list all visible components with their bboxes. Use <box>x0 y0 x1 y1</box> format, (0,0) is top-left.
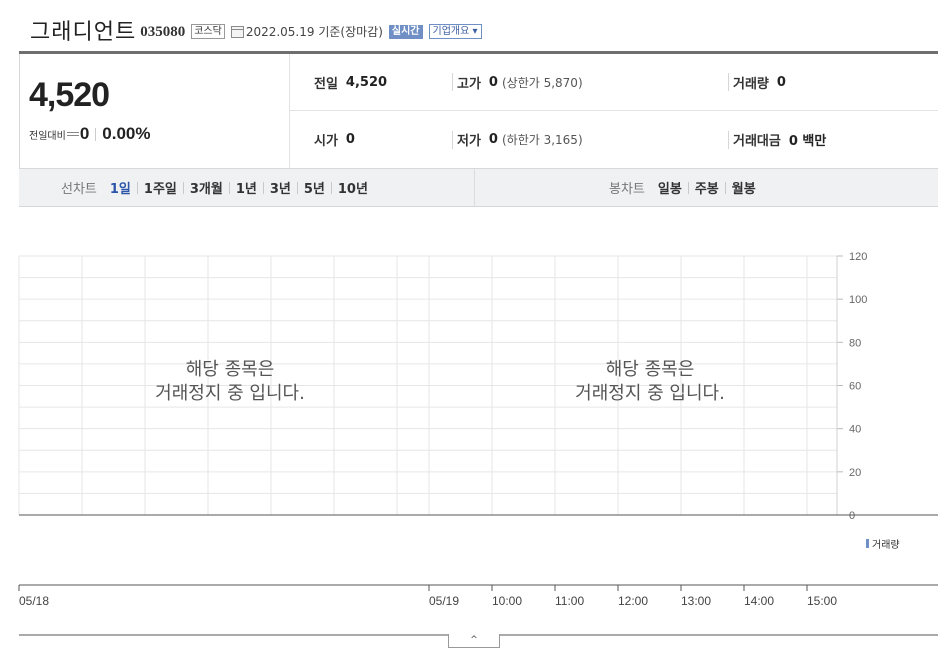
prev-close-value: 4,520 <box>345 74 388 90</box>
line-chart-label: 선차트 <box>61 182 97 197</box>
company-overview-button[interactable]: 기업개요 ▾ <box>428 24 482 39</box>
legend-swatch <box>866 539 869 548</box>
low-cell: 저가 0 (하한가 3,165) <box>452 130 583 149</box>
open-value: 0 <box>345 132 355 147</box>
company-name: 그래디언트 <box>30 20 137 45</box>
halt-message-line1: 해당 종목은 <box>185 359 275 380</box>
x-tick-label: 12:00 <box>618 594 648 608</box>
volume-cell: 거래량 0 <box>728 73 786 92</box>
x-tick-label: 11:00 <box>555 594 584 608</box>
stock-code: 035080 <box>140 23 186 40</box>
tab-separator <box>330 181 332 194</box>
y-tick-label: 0 <box>849 510 855 522</box>
y-tick-label: 20 <box>849 467 861 479</box>
tab-separator <box>228 181 230 194</box>
legend-label: 거래량 <box>872 540 900 551</box>
candle-chart-label: 봉차트 <box>609 182 645 197</box>
amount-cell: 거래대금 0 백만 <box>728 130 827 149</box>
change-row: 전일대비 0 0.00% <box>29 124 150 144</box>
line-tab-1[interactable]: 1주일 <box>141 178 180 197</box>
line-chart-tabs: 선차트 1일 1주일 3개월 1년 3년 5년 10년 <box>61 169 371 206</box>
current-price: 4,520 <box>29 76 110 114</box>
amount-value: 0 백만 <box>788 134 827 149</box>
stats-row-2: 시가 0 저가 0 (하한가 3,165) 거래대금 0 백만 <box>290 111 938 168</box>
y-tick-label: 40 <box>849 424 861 436</box>
tab-separator <box>182 181 184 194</box>
tab-separator <box>136 181 138 194</box>
tab-separator <box>296 181 298 194</box>
market-badge: 코스닥 <box>191 23 225 39</box>
chart-canvas: 0 20 40 60 80 100 120 05/18 05/19 10:00 11:00 12:00… <box>18 251 938 636</box>
prev-close-label: 전일 <box>314 76 338 92</box>
upper-limit: (상한가 5,870) <box>501 75 583 90</box>
open-label: 시가 <box>314 134 338 149</box>
y-tick-label: 100 <box>849 294 867 306</box>
low-label: 저가 <box>457 134 481 149</box>
date-basis: 2022.05.19 기준(장마감) <box>245 25 383 39</box>
change-value: 0 <box>79 124 90 143</box>
line-tab-4[interactable]: 3년 <box>267 178 294 197</box>
y-tick-label: 60 <box>849 381 861 393</box>
x-tick-label: 05/18 <box>19 594 49 608</box>
candle-tab-2[interactable]: 월봉 <box>729 178 759 197</box>
low-value: 0 <box>488 132 498 147</box>
line-tab-6[interactable]: 10년 <box>335 178 371 197</box>
volume-legend: 거래량 <box>866 536 900 551</box>
volume-value: 0 <box>776 74 786 90</box>
tab-separator <box>724 181 726 194</box>
x-tick-label: 13:00 <box>681 594 711 608</box>
stock-header: 그래디언트 035080 코스닥 2022.05.19 기준(장마감) 실시간 … <box>30 14 482 46</box>
change-label: 전일대비 <box>29 130 66 142</box>
flat-change-icon <box>66 132 79 136</box>
line-tab-0[interactable]: 1일 <box>107 178 134 197</box>
divider <box>95 127 97 141</box>
x-tick-label: 15:00 <box>807 594 837 608</box>
x-tick-label: 10:00 <box>492 594 522 608</box>
candle-tab-1[interactable]: 주봉 <box>692 178 722 197</box>
realtime-button[interactable]: 실시간 <box>388 24 423 39</box>
trading-halt-message-line-chart: 해당 종목은 거래정지 중 입니다. <box>110 358 350 406</box>
halt-message-line1: 해당 종목은 <box>605 359 695 380</box>
prev-close-cell: 전일 4,520 <box>314 73 388 92</box>
price-summary: 4,520 전일대비 0 0.00% 전일 4,520 고가 0 (상한가 5,… <box>19 54 938 168</box>
y-tick-label: 80 <box>849 337 861 349</box>
halt-message-line2: 거래정지 중 입니다. <box>155 383 305 404</box>
high-value: 0 <box>488 74 498 90</box>
halt-message-line2: 거래정지 중 입니다. <box>575 383 725 404</box>
x-tick-label: 14:00 <box>744 594 774 608</box>
company-overview-label: 기업개요 <box>432 26 470 37</box>
candle-tab-0[interactable]: 일봉 <box>655 178 685 197</box>
lower-limit: (하한가 3,165) <box>501 133 583 147</box>
tabs-divider <box>474 169 475 206</box>
amount-label: 거래대금 <box>733 134 781 149</box>
chart-tabs-bar: 선차트 1일 1주일 3개월 1년 3년 5년 10년 봉차트 일봉 주봉 월봉 <box>19 168 938 207</box>
x-tick-label: 05/19 <box>429 594 459 608</box>
open-cell: 시가 0 <box>314 131 355 149</box>
candle-chart-tabs: 봉차트 일봉 주봉 월봉 <box>609 169 759 206</box>
high-label: 고가 <box>457 76 481 92</box>
volume-label: 거래량 <box>733 76 769 92</box>
calendar-icon <box>230 25 244 38</box>
chevron-down-icon: ▾ <box>472 26 478 37</box>
y-tick-label: 120 <box>849 251 867 263</box>
trading-halt-message-candle-chart: 해당 종목은 거래정지 중 입니다. <box>530 358 770 406</box>
tab-separator <box>262 181 264 194</box>
high-cell: 고가 0 (상한가 5,870) <box>452 73 583 92</box>
stock-chart: 0 20 40 60 80 100 120 05/18 05/19 10:00 11:00 12:00… <box>0 207 938 658</box>
line-tab-2[interactable]: 3개월 <box>187 178 226 197</box>
collapse-button[interactable]: ^ <box>448 634 500 648</box>
change-percent: 0.00% <box>102 124 151 143</box>
current-price-block: 4,520 전일대비 0 0.00% <box>20 54 290 168</box>
tab-separator <box>687 181 689 194</box>
line-tab-5[interactable]: 5년 <box>301 178 328 197</box>
line-tab-3[interactable]: 1년 <box>233 178 260 197</box>
stats-row-1: 전일 4,520 고가 0 (상한가 5,870) 거래량 0 <box>290 54 938 111</box>
